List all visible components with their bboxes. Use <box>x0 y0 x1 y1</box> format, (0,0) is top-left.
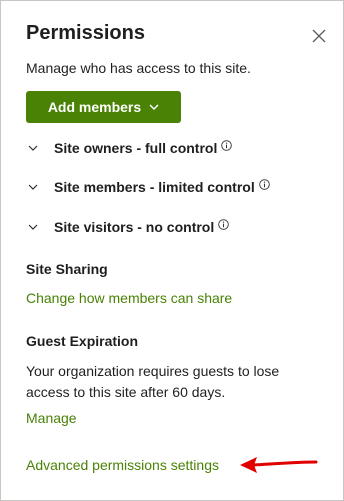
guest-expiration-text: Your organization requires guests to los… <box>26 363 280 400</box>
panel-title: Permissions <box>26 22 145 44</box>
group-site-owners[interactable]: Site owners - full control <box>27 139 233 156</box>
info-icon[interactable] <box>258 178 270 190</box>
chevron-down-icon <box>28 145 38 151</box>
close-icon <box>312 29 326 43</box>
guest-expiration-heading: Guest Expiration <box>26 333 139 349</box>
add-members-button[interactable]: Add members <box>26 91 181 123</box>
chevron-down-icon <box>149 104 159 110</box>
panel-subtitle: Manage who has access to this site. <box>26 60 251 76</box>
info-icon[interactable] <box>221 139 233 151</box>
advanced-permissions-link[interactable]: Advanced permissions settings <box>26 457 219 473</box>
permissions-panel: Permissions Manage who has access to thi… <box>0 0 344 501</box>
group-site-visitors[interactable]: Site visitors - no control <box>27 218 230 235</box>
close-button[interactable] <box>311 28 327 44</box>
chevron-down-icon <box>28 184 38 190</box>
add-members-label: Add members <box>47 99 142 115</box>
chevron-down-icon <box>28 224 38 230</box>
manage-link[interactable]: Manage <box>26 410 77 426</box>
red-arrow-annotation <box>240 457 318 473</box>
site-sharing-heading: Site Sharing <box>26 261 108 277</box>
group-label: Site visitors - no control <box>54 219 215 235</box>
info-icon[interactable] <box>218 218 230 230</box>
group-label: Site members - limited control <box>54 179 255 195</box>
group-site-members[interactable]: Site members - limited control <box>27 178 270 195</box>
group-label: Site owners - full control <box>54 140 218 156</box>
change-sharing-link[interactable]: Change how members can share <box>26 290 232 306</box>
